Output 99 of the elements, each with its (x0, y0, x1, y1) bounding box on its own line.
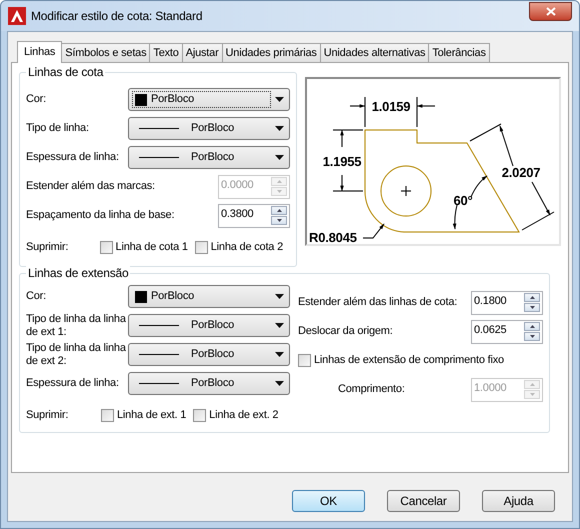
spinner-field[interactable]: 0.1800 (471, 290, 543, 314)
field-label: Espaçamento da linha de base: (26, 208, 174, 224)
checkbox[interactable] (193, 408, 206, 422)
field-label: Estender além das marcas: (26, 179, 155, 194)
checkbox[interactable] (101, 408, 114, 422)
field-label: Tipo de linha: (26, 122, 90, 135)
dropdown[interactable]: PorBloco (128, 117, 290, 140)
app-logo-icon (8, 7, 26, 25)
spin-down-button[interactable] (524, 332, 540, 341)
angle-dimension-arc (452, 176, 488, 230)
spin-up-button[interactable] (271, 206, 287, 215)
dialog-button[interactable]: Cancelar (387, 490, 460, 512)
dimension-label: 1.0159 (372, 99, 410, 114)
checkbox-label[interactable]: Linha de ext. 2 (209, 406, 278, 424)
dropdown-value: PorBloco (191, 121, 234, 136)
dropdown-arrow-icon (275, 352, 284, 357)
checkbox-label[interactable]: Linha de cota 1 (116, 238, 188, 256)
dropdown-value: PorBloco (191, 150, 234, 166)
dropdown-arrow-icon (275, 294, 284, 299)
checkbox[interactable] (194, 240, 208, 254)
spin-up-button[interactable] (524, 293, 540, 302)
field-label: Tipo de linha da linha de ext 1: (26, 312, 127, 338)
spin-up-button[interactable] (524, 322, 540, 331)
checkbox[interactable] (298, 354, 311, 367)
close-button[interactable] (529, 2, 572, 21)
line-sample-icon (139, 157, 179, 158)
dimension-label: 60° (453, 193, 473, 208)
down-arrow-icon (276, 190, 282, 193)
dropdown-value: PorBloco (191, 376, 234, 392)
down-arrow-icon (276, 219, 282, 222)
dropdown[interactable]: PorBloco (128, 146, 290, 169)
dropdown-value: PorBloco (151, 92, 194, 108)
field-label: Comprimento: (338, 382, 405, 398)
up-arrow-icon (530, 383, 534, 386)
tab[interactable]: Texto (149, 43, 183, 62)
line-sample-icon (139, 354, 179, 355)
field-label: Deslocar da origem: (298, 324, 393, 340)
window-title: Modificar estilo de cota: Standard (31, 8, 204, 25)
down-arrow-icon (530, 306, 534, 309)
dropdown[interactable]: PorBloco (128, 343, 290, 366)
dropdown-arrow-icon (275, 381, 284, 386)
spinner-field[interactable]: 0.0625 (471, 320, 543, 344)
field-label: Cor: (26, 290, 47, 303)
dimension-label: R0.8045 (309, 230, 357, 244)
dimension-label: 2.0207 (502, 165, 540, 180)
line-sample-icon (139, 128, 179, 129)
tab[interactable]: Ajustar (182, 43, 223, 62)
up-arrow-icon (276, 209, 282, 212)
spinner-value: 0.0000 (220, 178, 254, 192)
up-arrow-icon (276, 180, 282, 183)
dropdown-arrow-icon (275, 155, 284, 160)
dropdown-value: PorBloco (191, 318, 234, 334)
dropdown[interactable]: PorBloco (128, 314, 290, 337)
field-label: Espessura de linha: (26, 151, 120, 164)
tab[interactable]: Símbolos e setas (61, 43, 150, 62)
checkbox-label[interactable]: Linha de ext. 1 (117, 406, 186, 424)
up-arrow-icon (530, 325, 534, 328)
group-title: Linhas de extensão (26, 266, 130, 280)
checkbox[interactable] (100, 240, 113, 254)
dropdown[interactable]: PorBloco (128, 285, 290, 308)
dropdown[interactable]: PorBloco (128, 372, 290, 395)
field-label: Suprimir: (26, 240, 70, 255)
dropdown-arrow-icon (275, 126, 284, 131)
field-label: Cor: (26, 93, 47, 106)
dropdown-value: PorBloco (151, 289, 194, 304)
dimension-label: 1.1955 (322, 154, 362, 169)
down-arrow-icon (530, 335, 534, 338)
field-label: Tipo de linha da linha de ext 2: (26, 342, 127, 368)
dialog-button[interactable]: Ajuda (482, 490, 555, 512)
tab[interactable]: Linhas (17, 41, 62, 63)
spinner-field[interactable]: 0.3800 (218, 204, 290, 228)
checkbox-label[interactable]: Linha de cota 2 (210, 238, 283, 256)
group-title: Linhas de cota (26, 65, 106, 79)
checkbox-label[interactable]: Linhas de extensão de comprimento fixo (314, 352, 504, 369)
spin-down-button[interactable] (524, 303, 540, 312)
tab[interactable]: Tolerâncias (428, 43, 490, 62)
dropdown-value: PorBloco (191, 347, 234, 362)
dropdown-arrow-icon (275, 323, 284, 328)
down-arrow-icon (530, 393, 534, 396)
line-sample-icon (139, 383, 179, 384)
spinner-value: 1.0000 (473, 380, 508, 396)
field-label: Suprimir: (26, 408, 70, 423)
color-swatch (135, 290, 147, 302)
color-swatch (135, 94, 147, 106)
field-label: Estender além das linhas de cota: (298, 295, 458, 310)
field-label: Espessura de linha: (26, 377, 120, 390)
tab[interactable]: Unidades alternativas (320, 43, 430, 62)
close-icon (546, 7, 556, 16)
spinner-value: 0.0625 (473, 322, 508, 338)
line-sample-icon (139, 325, 179, 326)
dropdown[interactable]: PorBloco (128, 88, 290, 111)
leader-line (362, 224, 384, 238)
tab[interactable]: Unidades primárias (222, 43, 321, 62)
up-arrow-icon (530, 296, 534, 299)
dialog-button[interactable]: OK (292, 490, 365, 512)
dropdown-arrow-icon (275, 97, 284, 102)
spin-down-button[interactable] (271, 216, 287, 225)
spinner-value: 0.3800 (220, 206, 254, 222)
spinner-value: 0.1800 (473, 294, 508, 308)
